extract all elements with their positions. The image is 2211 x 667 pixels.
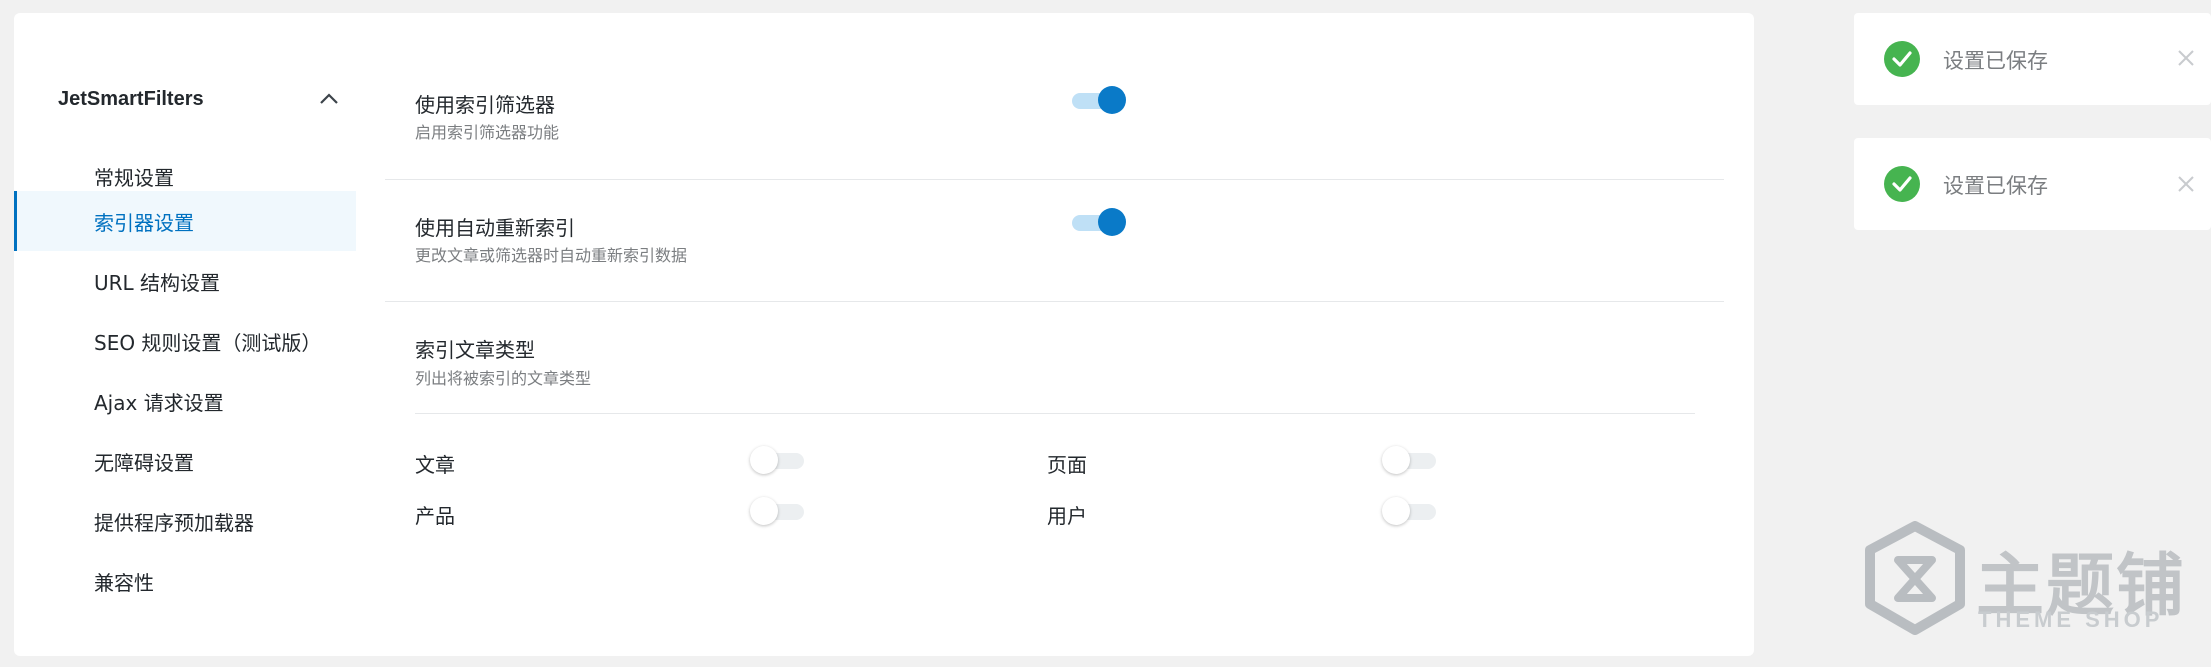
setting-title: 索引文章类型 bbox=[415, 338, 535, 362]
watermark-logo-icon bbox=[1865, 521, 1965, 635]
settings-panel: JetSmartFilters 常规设置 索引器设置 URL 结构设置 SEO … bbox=[14, 13, 1754, 656]
setting-description: 列出将被索引的文章类型 bbox=[415, 369, 592, 388]
sidebar-item-indexer[interactable]: 索引器设置 bbox=[14, 191, 356, 251]
post-type-product-toggle[interactable] bbox=[750, 496, 806, 526]
close-icon[interactable] bbox=[2176, 174, 2196, 194]
sidebar-item-provider-preloader[interactable]: 提供程序预加载器 bbox=[14, 491, 356, 551]
sidebar-item-ajax[interactable]: Ajax 请求设置 bbox=[14, 371, 356, 431]
watermark: 主题铺 THEME SHOP bbox=[1860, 520, 2210, 660]
auto-reindex-toggle[interactable] bbox=[1070, 207, 1126, 237]
post-type-label: 产品 bbox=[415, 504, 455, 528]
chevron-up-icon[interactable] bbox=[318, 88, 340, 110]
post-type-user-toggle[interactable] bbox=[1382, 496, 1438, 526]
setting-description: 更改文章或筛选器时自动重新索引数据 bbox=[415, 246, 688, 265]
sidebar-item-url-structure[interactable]: URL 结构设置 bbox=[14, 251, 356, 311]
watermark-en: THEME SHOP bbox=[1978, 607, 2164, 632]
check-circle-icon bbox=[1884, 41, 1920, 77]
sidebar-header[interactable]: JetSmartFilters bbox=[58, 81, 340, 117]
post-type-label: 文章 bbox=[415, 453, 455, 477]
close-icon[interactable] bbox=[2176, 48, 2196, 68]
success-notice: 设置已保存 bbox=[1854, 13, 2211, 105]
setting-title: 使用自动重新索引 bbox=[415, 216, 575, 240]
sidebar-title: JetSmartFilters bbox=[58, 87, 204, 110]
post-type-label: 用户 bbox=[1047, 504, 1087, 528]
setting-title: 使用索引筛选器 bbox=[415, 93, 555, 117]
check-circle-icon bbox=[1884, 166, 1920, 202]
setting-use-indexer: 使用索引筛选器 启用索引筛选器功能 bbox=[385, 13, 1724, 183]
setting-auto-reindex: 使用自动重新索引 更改文章或筛选器时自动重新索引数据 bbox=[385, 180, 1724, 302]
settings-sidebar: JetSmartFilters 常规设置 索引器设置 URL 结构设置 SEO … bbox=[14, 13, 356, 656]
divider bbox=[415, 413, 1695, 414]
post-type-label: 页面 bbox=[1047, 453, 1087, 477]
post-type-post-toggle[interactable] bbox=[750, 445, 806, 475]
success-notice: 设置已保存 bbox=[1854, 138, 2211, 230]
use-indexer-toggle[interactable] bbox=[1070, 85, 1126, 115]
sidebar-item-seo-rules[interactable]: SEO 规则设置（测试版） bbox=[14, 311, 356, 371]
notice-message: 设置已保存 bbox=[1943, 174, 2048, 198]
post-type-page-toggle[interactable] bbox=[1382, 445, 1438, 475]
sidebar-item-accessibility[interactable]: 无障碍设置 bbox=[14, 431, 356, 491]
sidebar-item-compatibility[interactable]: 兼容性 bbox=[14, 551, 356, 611]
notice-message: 设置已保存 bbox=[1943, 49, 2048, 73]
setting-description: 启用索引筛选器功能 bbox=[415, 123, 560, 142]
setting-post-types: 索引文章类型 列出将被索引的文章类型 文章 页面 产品 用户 bbox=[385, 302, 1724, 552]
